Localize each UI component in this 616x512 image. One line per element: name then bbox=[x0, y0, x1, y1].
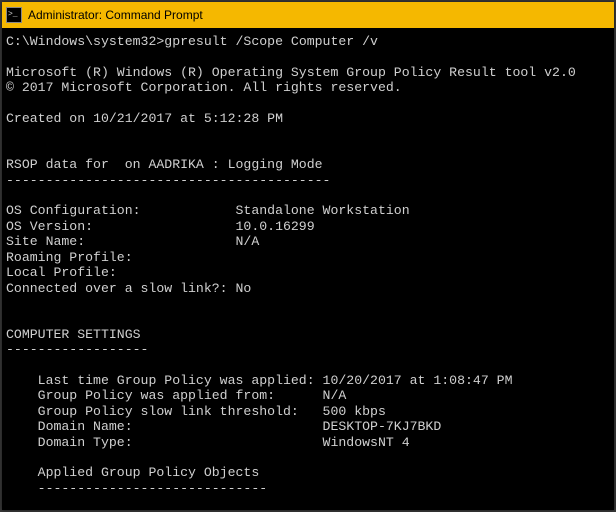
os-version: OS Version: 10.0.16299 bbox=[6, 219, 315, 234]
gp-last-applied: Last time Group Policy was applied: 10/2… bbox=[6, 373, 512, 388]
window-title: Administrator: Command Prompt bbox=[28, 8, 203, 22]
rsop-line: RSOP data for on AADRIKA : Logging Mode bbox=[6, 157, 323, 172]
applied-gpo-dash: ----------------------------- bbox=[6, 481, 267, 496]
rsop-dash: ----------------------------------------… bbox=[6, 173, 330, 188]
titlebar[interactable]: >_ Administrator: Command Prompt bbox=[2, 2, 614, 28]
prompt-path: C:\Windows\system32> bbox=[6, 34, 164, 49]
roaming-profile: Roaming Profile: bbox=[6, 250, 133, 265]
gp-domain-name: Domain Name: DESKTOP-7KJ7BKD bbox=[6, 419, 441, 434]
applied-gpo-heading: Applied Group Policy Objects bbox=[6, 465, 259, 480]
svg-text:>_: >_ bbox=[8, 10, 18, 19]
os-config: OS Configuration: Standalone Workstation bbox=[6, 203, 410, 218]
command-text: gpresult /Scope Computer /v bbox=[164, 34, 378, 49]
command-prompt-icon: >_ bbox=[6, 7, 22, 23]
slow-link: Connected over a slow link?: No bbox=[6, 281, 251, 296]
header-line-2: © 2017 Microsoft Corporation. All rights… bbox=[6, 80, 402, 95]
local-profile: Local Profile: bbox=[6, 265, 117, 280]
header-line-1: Microsoft (R) Windows (R) Operating Syst… bbox=[6, 65, 576, 80]
site-name: Site Name: N/A bbox=[6, 234, 259, 249]
gp-slow-link-threshold: Group Policy slow link threshold: 500 kb… bbox=[6, 404, 386, 419]
computer-settings-heading: COMPUTER SETTINGS bbox=[6, 327, 141, 342]
terminal-output[interactable]: C:\Windows\system32>gpresult /Scope Comp… bbox=[2, 28, 614, 510]
gp-applied-from: Group Policy was applied from: N/A bbox=[6, 388, 346, 403]
created-prefix: Created on bbox=[6, 111, 93, 126]
gp-domain-type: Domain Type: WindowsNT 4 bbox=[6, 435, 410, 450]
created-middle: at bbox=[172, 111, 204, 126]
created-time: 5:12:28 PM bbox=[204, 111, 283, 126]
created-date: ‎10/‎21/‎2017 bbox=[93, 111, 172, 126]
computer-settings-dash: ------------------ bbox=[6, 342, 148, 357]
command-prompt-window: >_ Administrator: Command Prompt C:\Wind… bbox=[2, 2, 614, 510]
